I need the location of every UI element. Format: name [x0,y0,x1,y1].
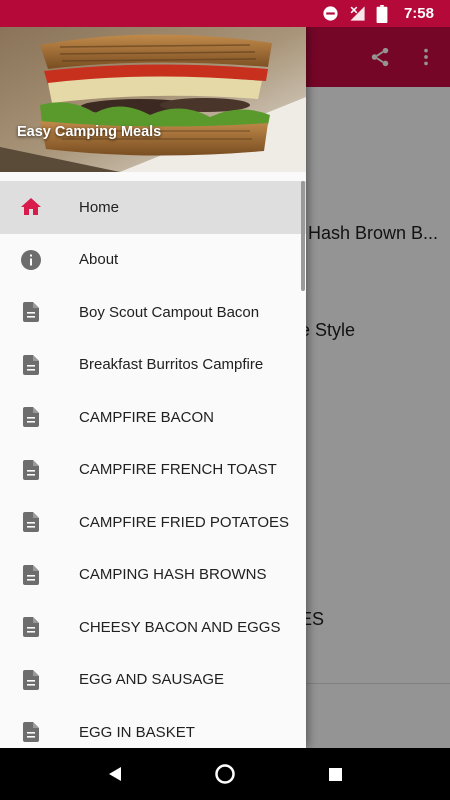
drawer-item-home[interactable]: Home [0,181,306,234]
header-sandwich-image [0,27,306,172]
drawer-item-recipe[interactable]: Breakfast Burritos Campfire [0,339,306,392]
drawer-item-recipe[interactable]: CAMPFIRE FRENCH TOAST [0,444,306,497]
drawer-item-label: CAMPFIRE FRENCH TOAST [79,461,277,479]
status-bar: 7:58 [0,0,450,27]
document-icon [23,564,39,585]
drawer-item-label: Home [79,198,120,216]
drawer-scrollbar[interactable] [301,181,305,291]
drawer-item-label: About [79,251,119,269]
drawer-item-label: EGG AND SAUSAGE [79,671,225,689]
drawer-item-recipe[interactable]: CAMPING HASH BROWNS [0,549,306,602]
do-not-disturb-icon [323,6,338,21]
system-nav-bar [0,748,450,800]
drawer-item-recipe[interactable]: CAMPFIRE BACON [0,391,306,444]
document-icon [23,617,39,638]
home-circle-icon[interactable] [205,754,245,794]
drawer-item-recipe[interactable]: CAMPFIRE FRIED POTATOES [0,496,306,549]
status-time: 7:58 [403,5,434,22]
drawer-item-about[interactable]: About [0,234,306,287]
drawer-item-label: CHEESY BACON AND EGGS [79,618,281,636]
navigation-drawer: Easy Camping Meals Home About Boy Scout … [0,27,306,748]
drawer-menu: Home About Boy Scout Campout Bacon Break… [0,181,306,748]
document-icon [23,354,39,375]
info-icon [21,249,41,270]
drawer-item-recipe[interactable]: EGG AND SAUSAGE [0,654,306,707]
drawer-item-label: EGG IN BASKET [79,723,195,741]
drawer-item-label: CAMPING HASH BROWNS [79,566,267,584]
drawer-header: Easy Camping Meals [0,27,306,172]
drawer-item-recipe[interactable]: CHEESY BACON AND EGGS [0,601,306,654]
drawer-item-recipe[interactable]: Boy Scout Campout Bacon [0,286,306,339]
drawer-item-label: Breakfast Burritos Campfire [79,356,264,374]
drawer-item-label: Boy Scout Campout Bacon [79,303,260,321]
drawer-item-recipe[interactable]: EGG IN BASKET [0,706,306,748]
drawer-item-label: CAMPFIRE FRIED POTATOES [79,513,290,531]
document-icon [23,302,39,323]
battery-icon [376,4,388,23]
document-icon [23,459,39,480]
document-icon [23,722,39,743]
document-icon [23,512,39,533]
recents-icon[interactable] [315,754,355,794]
signal-off-icon [350,6,365,21]
document-icon [23,669,39,690]
drawer-title: Easy Camping Meals [17,124,162,140]
document-icon [23,407,39,428]
home-icon [21,198,41,216]
back-icon[interactable] [95,754,135,794]
drawer-item-label: CAMPFIRE BACON [79,408,215,426]
